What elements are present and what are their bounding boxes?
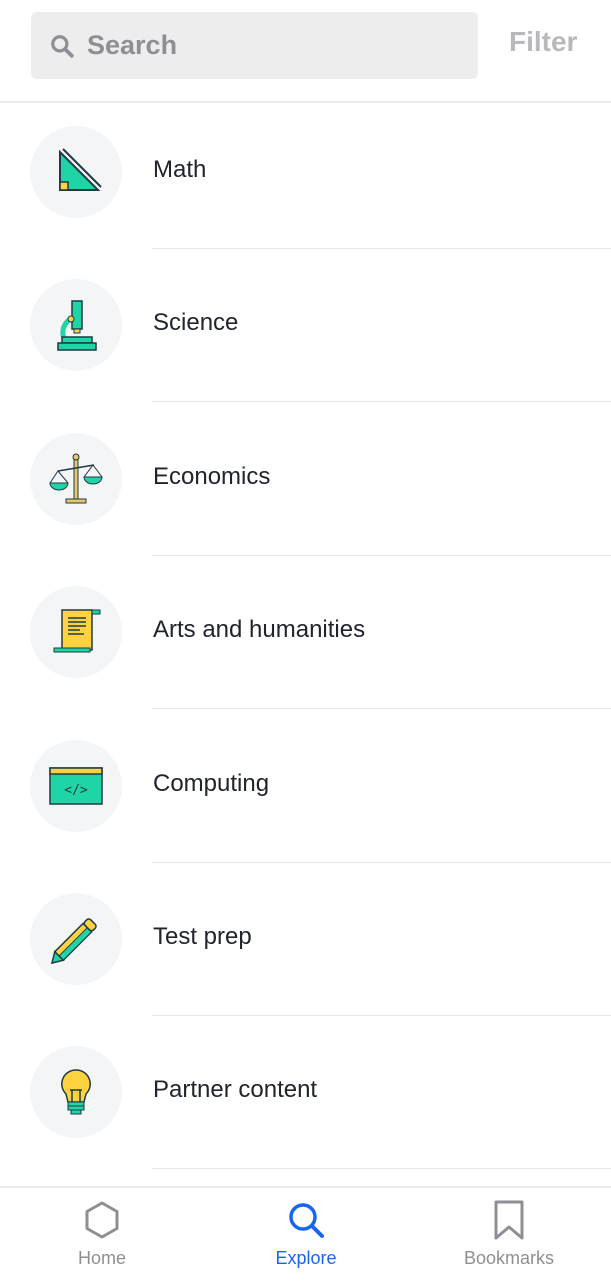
filter-button[interactable]: Filter [509,26,577,58]
subject-label: Partner content [153,1076,318,1103]
subject-row-computing[interactable]: </> Computing [0,740,611,893]
header: Search Filter [0,0,611,103]
nav-label: Explore [275,1248,337,1268]
subject-label: Test prep [153,923,252,950]
search-input[interactable]: Search [31,12,478,79]
subject-icon-circle [30,279,122,371]
subject-icon-circle [30,1046,122,1138]
subject-label: Economics [153,463,271,490]
nav-explore[interactable]: Explore [226,1188,386,1282]
divider [152,862,611,863]
subject-row-test-prep[interactable]: Test prep [0,893,611,1046]
subject-icon-circle [30,586,122,678]
nav-bookmarks[interactable]: Bookmarks [429,1188,589,1282]
svg-text:</>: </> [64,783,88,798]
code-window-icon: </> [49,767,103,805]
subject-row-arts[interactable]: Arts and humanities [0,586,611,739]
divider [152,248,611,249]
subject-label: Math [153,156,207,183]
subject-icon-circle [30,433,122,525]
scroll-icon [53,609,101,653]
divider [152,1015,611,1016]
subject-icon-circle [30,893,122,985]
nav-label: Home [77,1248,126,1268]
search-icon [51,34,74,58]
pencil-icon [50,918,97,965]
triangle-ruler-icon [59,148,102,191]
subject-label: Science [153,309,239,336]
scales-icon [49,453,103,504]
hexagon-icon [85,1201,119,1239]
subject-icon-circle: </> [30,740,122,832]
subject-row-economics[interactable]: Economics [0,433,611,586]
subject-row-science[interactable]: Science [0,279,611,432]
search-placeholder: Search [87,30,178,60]
subject-label: Arts and humanities [153,616,366,643]
lightbulb-icon [61,1069,91,1115]
search-icon [289,1203,324,1238]
subject-icon-circle [30,126,122,218]
divider [152,555,611,556]
bottom-nav: Home Explore Bookmarks [0,1186,611,1280]
divider [152,708,611,709]
divider [152,401,611,402]
microscope-icon [57,300,97,351]
bookmark-icon [494,1200,524,1240]
subject-row-partner-content[interactable]: Partner content [0,1046,611,1199]
subject-label: Computing [153,770,270,797]
divider [152,1168,611,1169]
subject-row-math[interactable]: Math [0,126,611,279]
nav-home[interactable]: Home [22,1188,182,1282]
nav-label: Bookmarks [463,1248,555,1268]
